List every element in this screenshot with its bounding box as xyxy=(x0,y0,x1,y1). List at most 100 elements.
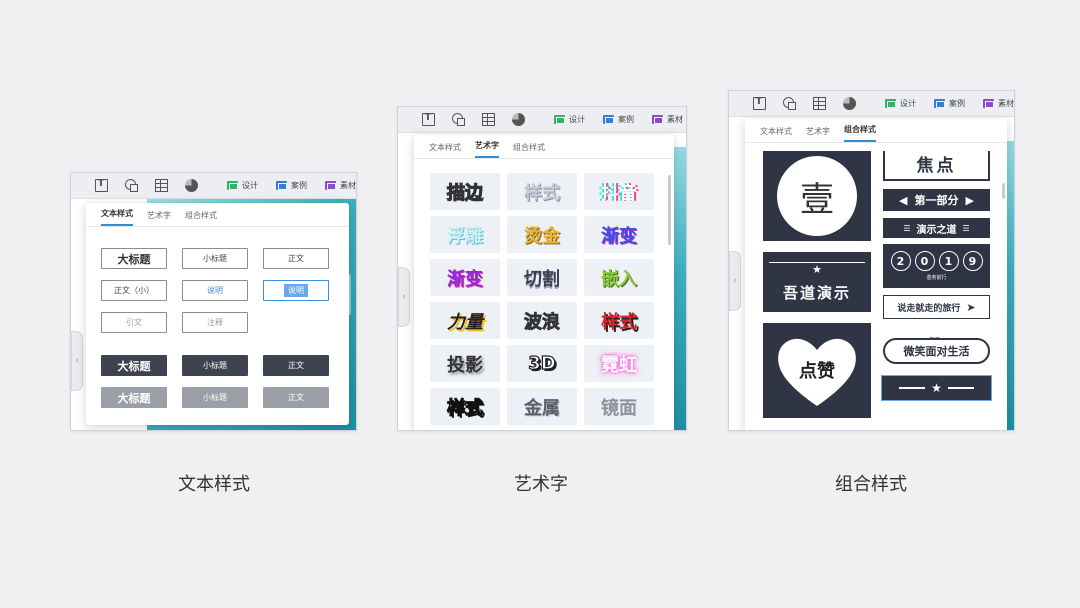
art-tiktok[interactable]: 抖音 xyxy=(584,173,654,210)
art-power[interactable]: 力量 xyxy=(430,302,500,339)
art-emboss[interactable]: 浮雕 xyxy=(430,216,500,253)
caption-combo-style: 组合样式 xyxy=(835,474,907,495)
combo-brand-card[interactable]: ★ 吾道演示 xyxy=(763,252,871,312)
material-icon xyxy=(325,181,336,190)
material-button[interactable]: 素材 xyxy=(983,98,1014,109)
style-sub-title-dark[interactable]: 小标题 xyxy=(182,355,248,376)
style-panel: 文本样式 艺术字 组合样式 大标题 小标题 正文 正文（小） 说明 说明 引文 … xyxy=(86,203,349,425)
style-tabs: 文本样式 艺术字 组合样式 xyxy=(414,135,674,159)
combo-travel-tag[interactable]: 说走就走的旅行 ➤ xyxy=(883,295,990,319)
shape-tool-icon[interactable] xyxy=(783,97,796,110)
art-style-red[interactable]: 样式 xyxy=(584,302,654,339)
chevron-left-icon: ‹ xyxy=(733,276,737,286)
year-digit: 2 xyxy=(890,251,911,271)
art-3d[interactable]: 3D xyxy=(507,345,577,382)
part-text: 第一部分 xyxy=(914,194,959,207)
material-button[interactable]: 素材 xyxy=(652,114,683,125)
art-metal[interactable]: 金属 xyxy=(507,388,577,425)
style-sub-title[interactable]: 小标题 xyxy=(182,248,248,269)
table-tool-icon[interactable] xyxy=(813,97,826,110)
tab-text-style[interactable]: 文本样式 xyxy=(760,126,792,142)
year-digit: 1 xyxy=(938,251,959,271)
art-shadow[interactable]: 投影 xyxy=(430,345,500,382)
combo-heart-card[interactable]: 点赞 xyxy=(763,323,871,418)
art-outline[interactable]: 描边 xyxy=(430,173,500,210)
collapse-handle[interactable]: ‹ xyxy=(71,331,83,391)
style-caption-highlight[interactable]: 说明 xyxy=(263,280,329,301)
design-button[interactable]: 设计 xyxy=(885,98,916,109)
circle-text: 壹 xyxy=(800,179,834,220)
art-gradient-purple[interactable]: 渐变 xyxy=(430,259,500,296)
shape-tool-icon[interactable] xyxy=(125,179,138,192)
tab-art-text[interactable]: 艺术字 xyxy=(475,140,499,158)
text-tool-icon[interactable] xyxy=(422,112,435,126)
material-button[interactable]: 素材 xyxy=(325,180,356,191)
style-big-title-gray[interactable]: 大标题 xyxy=(101,387,167,408)
style-body-dark[interactable]: 正文 xyxy=(263,355,329,376)
toolbar: 设计 案例 素材 xyxy=(729,91,1014,117)
text-tool-icon[interactable] xyxy=(95,178,108,192)
design-button[interactable]: 设计 xyxy=(227,180,258,191)
case-button[interactable]: 案例 xyxy=(276,180,307,191)
tab-text-style[interactable]: 文本样式 xyxy=(429,142,461,158)
style-body[interactable]: 正文 xyxy=(263,248,329,269)
combo-year-badge[interactable]: 2 0 1 9 昔务前行 xyxy=(883,244,990,288)
case-icon xyxy=(603,115,614,124)
chevron-left-icon: ‹ xyxy=(75,356,79,366)
chart-tool-icon[interactable] xyxy=(185,179,198,192)
art-gradient[interactable]: 渐变 xyxy=(584,216,654,253)
shape-tool-icon[interactable] xyxy=(452,113,465,126)
tab-combo-style[interactable]: 组合样式 xyxy=(185,210,217,226)
art-cut[interactable]: 切割 xyxy=(507,259,577,296)
tab-combo-style[interactable]: 组合样式 xyxy=(513,142,545,158)
style-body-gray[interactable]: 正文 xyxy=(263,387,329,408)
scrollbar[interactable] xyxy=(668,175,671,245)
tab-combo-style[interactable]: 组合样式 xyxy=(844,124,876,142)
toolbar: 设计 案例 素材 xyxy=(71,173,356,199)
style-body-small[interactable]: 正文（小） xyxy=(101,280,167,301)
combo-circle-card[interactable]: 壹 xyxy=(763,151,871,241)
design-button[interactable]: 设计 xyxy=(554,114,585,125)
art-neon[interactable]: 霓虹 xyxy=(584,345,654,382)
collapse-handle[interactable]: ‹ xyxy=(729,251,741,311)
tab-art-text[interactable]: 艺术字 xyxy=(806,126,830,142)
tab-text-style[interactable]: 文本样式 xyxy=(101,208,133,226)
like-text: 点赞 xyxy=(799,361,835,382)
art-mirror[interactable]: 镜面 xyxy=(584,388,654,425)
arrow-left-icon: ◀ xyxy=(899,193,908,207)
art-gold[interactable]: 烫金 xyxy=(507,216,577,253)
combo-star-divider[interactable]: ★ xyxy=(881,375,992,401)
art-text-grid: 描边 样式 抖音 浮雕 烫金 渐变 渐变 切割 嵌入 力量 波浪 样式 投影 3… xyxy=(430,173,654,425)
art-wave[interactable]: 波浪 xyxy=(507,302,577,339)
divider-line xyxy=(947,387,974,389)
collapse-handle[interactable]: ‹ xyxy=(398,267,410,327)
year-digit: 9 xyxy=(962,251,983,271)
case-button[interactable]: 案例 xyxy=(603,114,634,125)
style-quote[interactable]: 引文 xyxy=(101,312,167,333)
art-style-gray[interactable]: 样式 xyxy=(507,173,577,210)
style-sub-title-gray[interactable]: 小标题 xyxy=(182,387,248,408)
art-style-black[interactable]: 样式 xyxy=(430,388,500,425)
style-caption[interactable]: 说明 xyxy=(182,280,248,301)
style-big-title-dark[interactable]: 大标题 xyxy=(101,355,167,376)
caption-text-style: 文本样式 xyxy=(178,474,250,495)
combo-smile[interactable]: ‿ 微笑面对生活 xyxy=(883,326,990,366)
text-tool-icon[interactable] xyxy=(753,96,766,110)
combo-speech-banner[interactable]: ☰ 演示之道 ☰ xyxy=(883,218,990,238)
case-button[interactable]: 案例 xyxy=(934,98,965,109)
table-tool-icon[interactable] xyxy=(155,179,168,192)
combo-part-banner[interactable]: ◀ 第一部分 ▶ xyxy=(883,189,990,211)
text-style-filled-grid: 大标题 小标题 正文 大标题 小标题 正文 xyxy=(101,355,329,408)
art-text-screenshot: 设计 案例 素材 ‹ 文本样式 艺术字 组合样式 描边 样式 抖音 浮雕 烫金 … xyxy=(397,106,687,431)
art-embed[interactable]: 嵌入 xyxy=(584,259,654,296)
chart-tool-icon[interactable] xyxy=(843,97,856,110)
tab-art-text[interactable]: 艺术字 xyxy=(147,210,171,226)
chart-tool-icon[interactable] xyxy=(512,113,525,126)
combo-style-screenshot: 设计 案例 素材 ‹ 文本样式 艺术字 组合样式 壹 ★ 吾道演示 点赞 xyxy=(728,90,1015,431)
combo-heading[interactable]: 焦点 xyxy=(883,151,990,181)
style-big-title[interactable]: 大标题 xyxy=(101,248,167,269)
scrollbar[interactable] xyxy=(1002,183,1005,199)
style-note[interactable]: 注释 xyxy=(182,312,248,333)
text-style-screenshot: 设计 案例 素材 | ‹ 文本样式 艺术字 组合样式 大标题 小标题 正文 正文… xyxy=(70,172,357,431)
table-tool-icon[interactable] xyxy=(482,113,495,126)
